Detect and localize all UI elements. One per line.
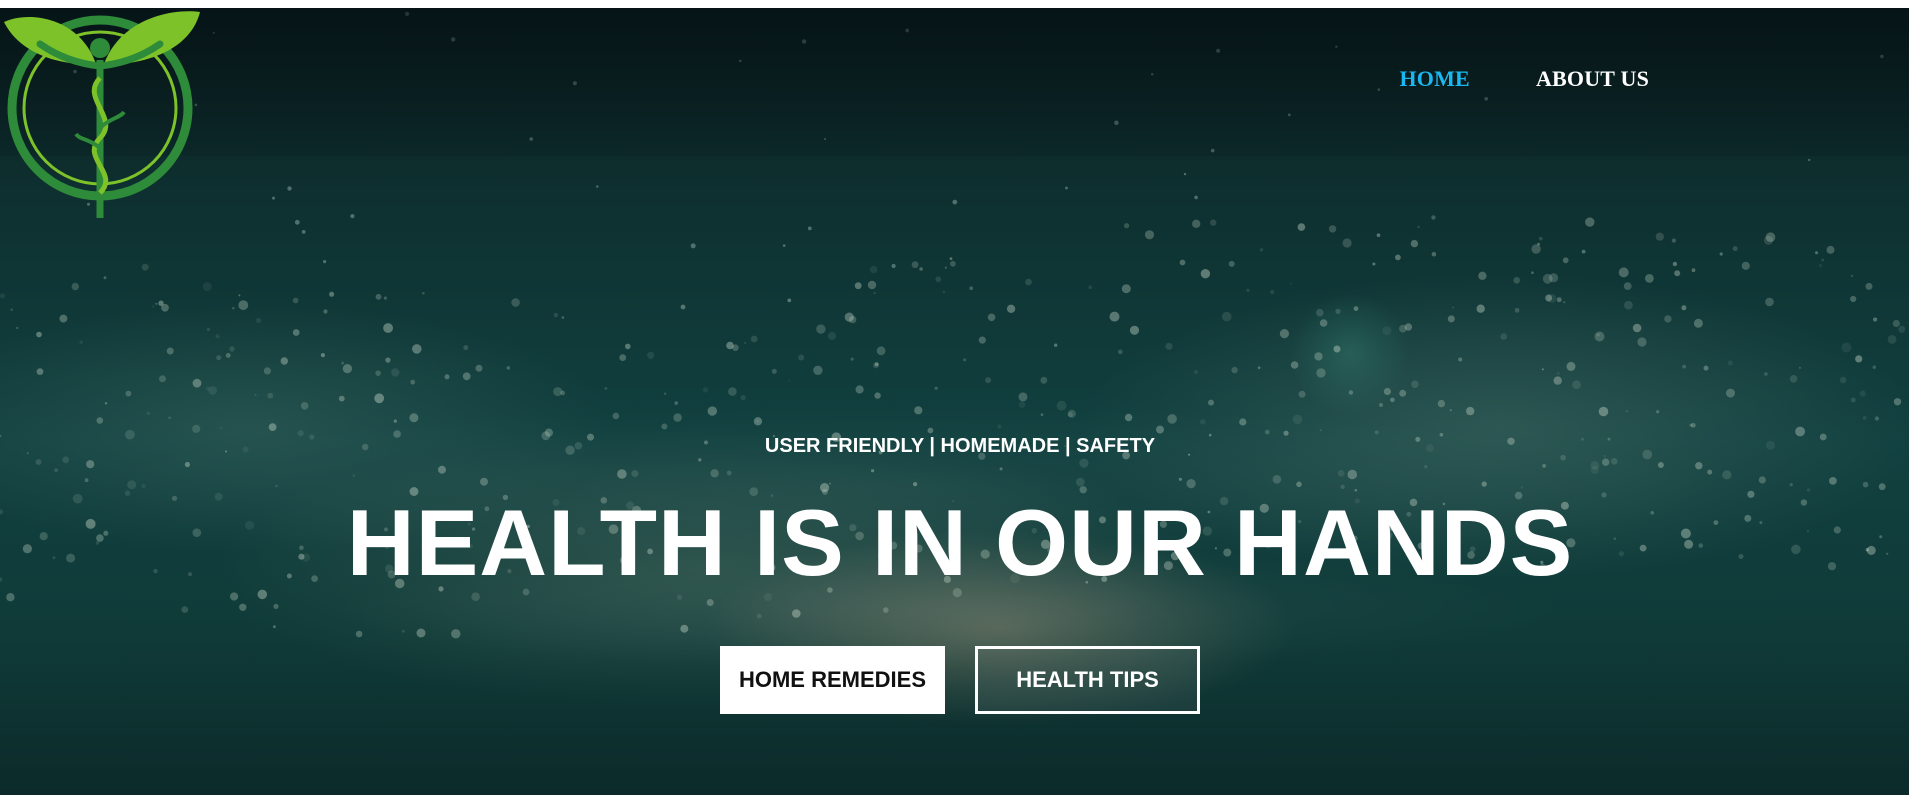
health-tips-button[interactable]: HEALTH TIPS (975, 646, 1200, 714)
hero-section: HOME ABOUT US USER FRIENDLY | HOMEMADE |… (0, 8, 1909, 795)
nav-item-home[interactable]: HOME (1399, 66, 1469, 92)
home-remedies-button[interactable]: HOME REMEDIES (720, 646, 945, 714)
hero-tagline: USER FRIENDLY | HOMEMADE | SAFETY (764, 435, 1156, 457)
hero-cta-group: HOME REMEDIES HEALTH TIPS (0, 646, 1909, 714)
nav-item-about-us[interactable]: ABOUT US (1536, 66, 1649, 92)
hero-headline: HEALTH IS IN OUR HANDS (346, 490, 1574, 595)
main-nav: HOME ABOUT US (1399, 66, 1649, 92)
site-logo-icon[interactable] (0, 8, 200, 218)
